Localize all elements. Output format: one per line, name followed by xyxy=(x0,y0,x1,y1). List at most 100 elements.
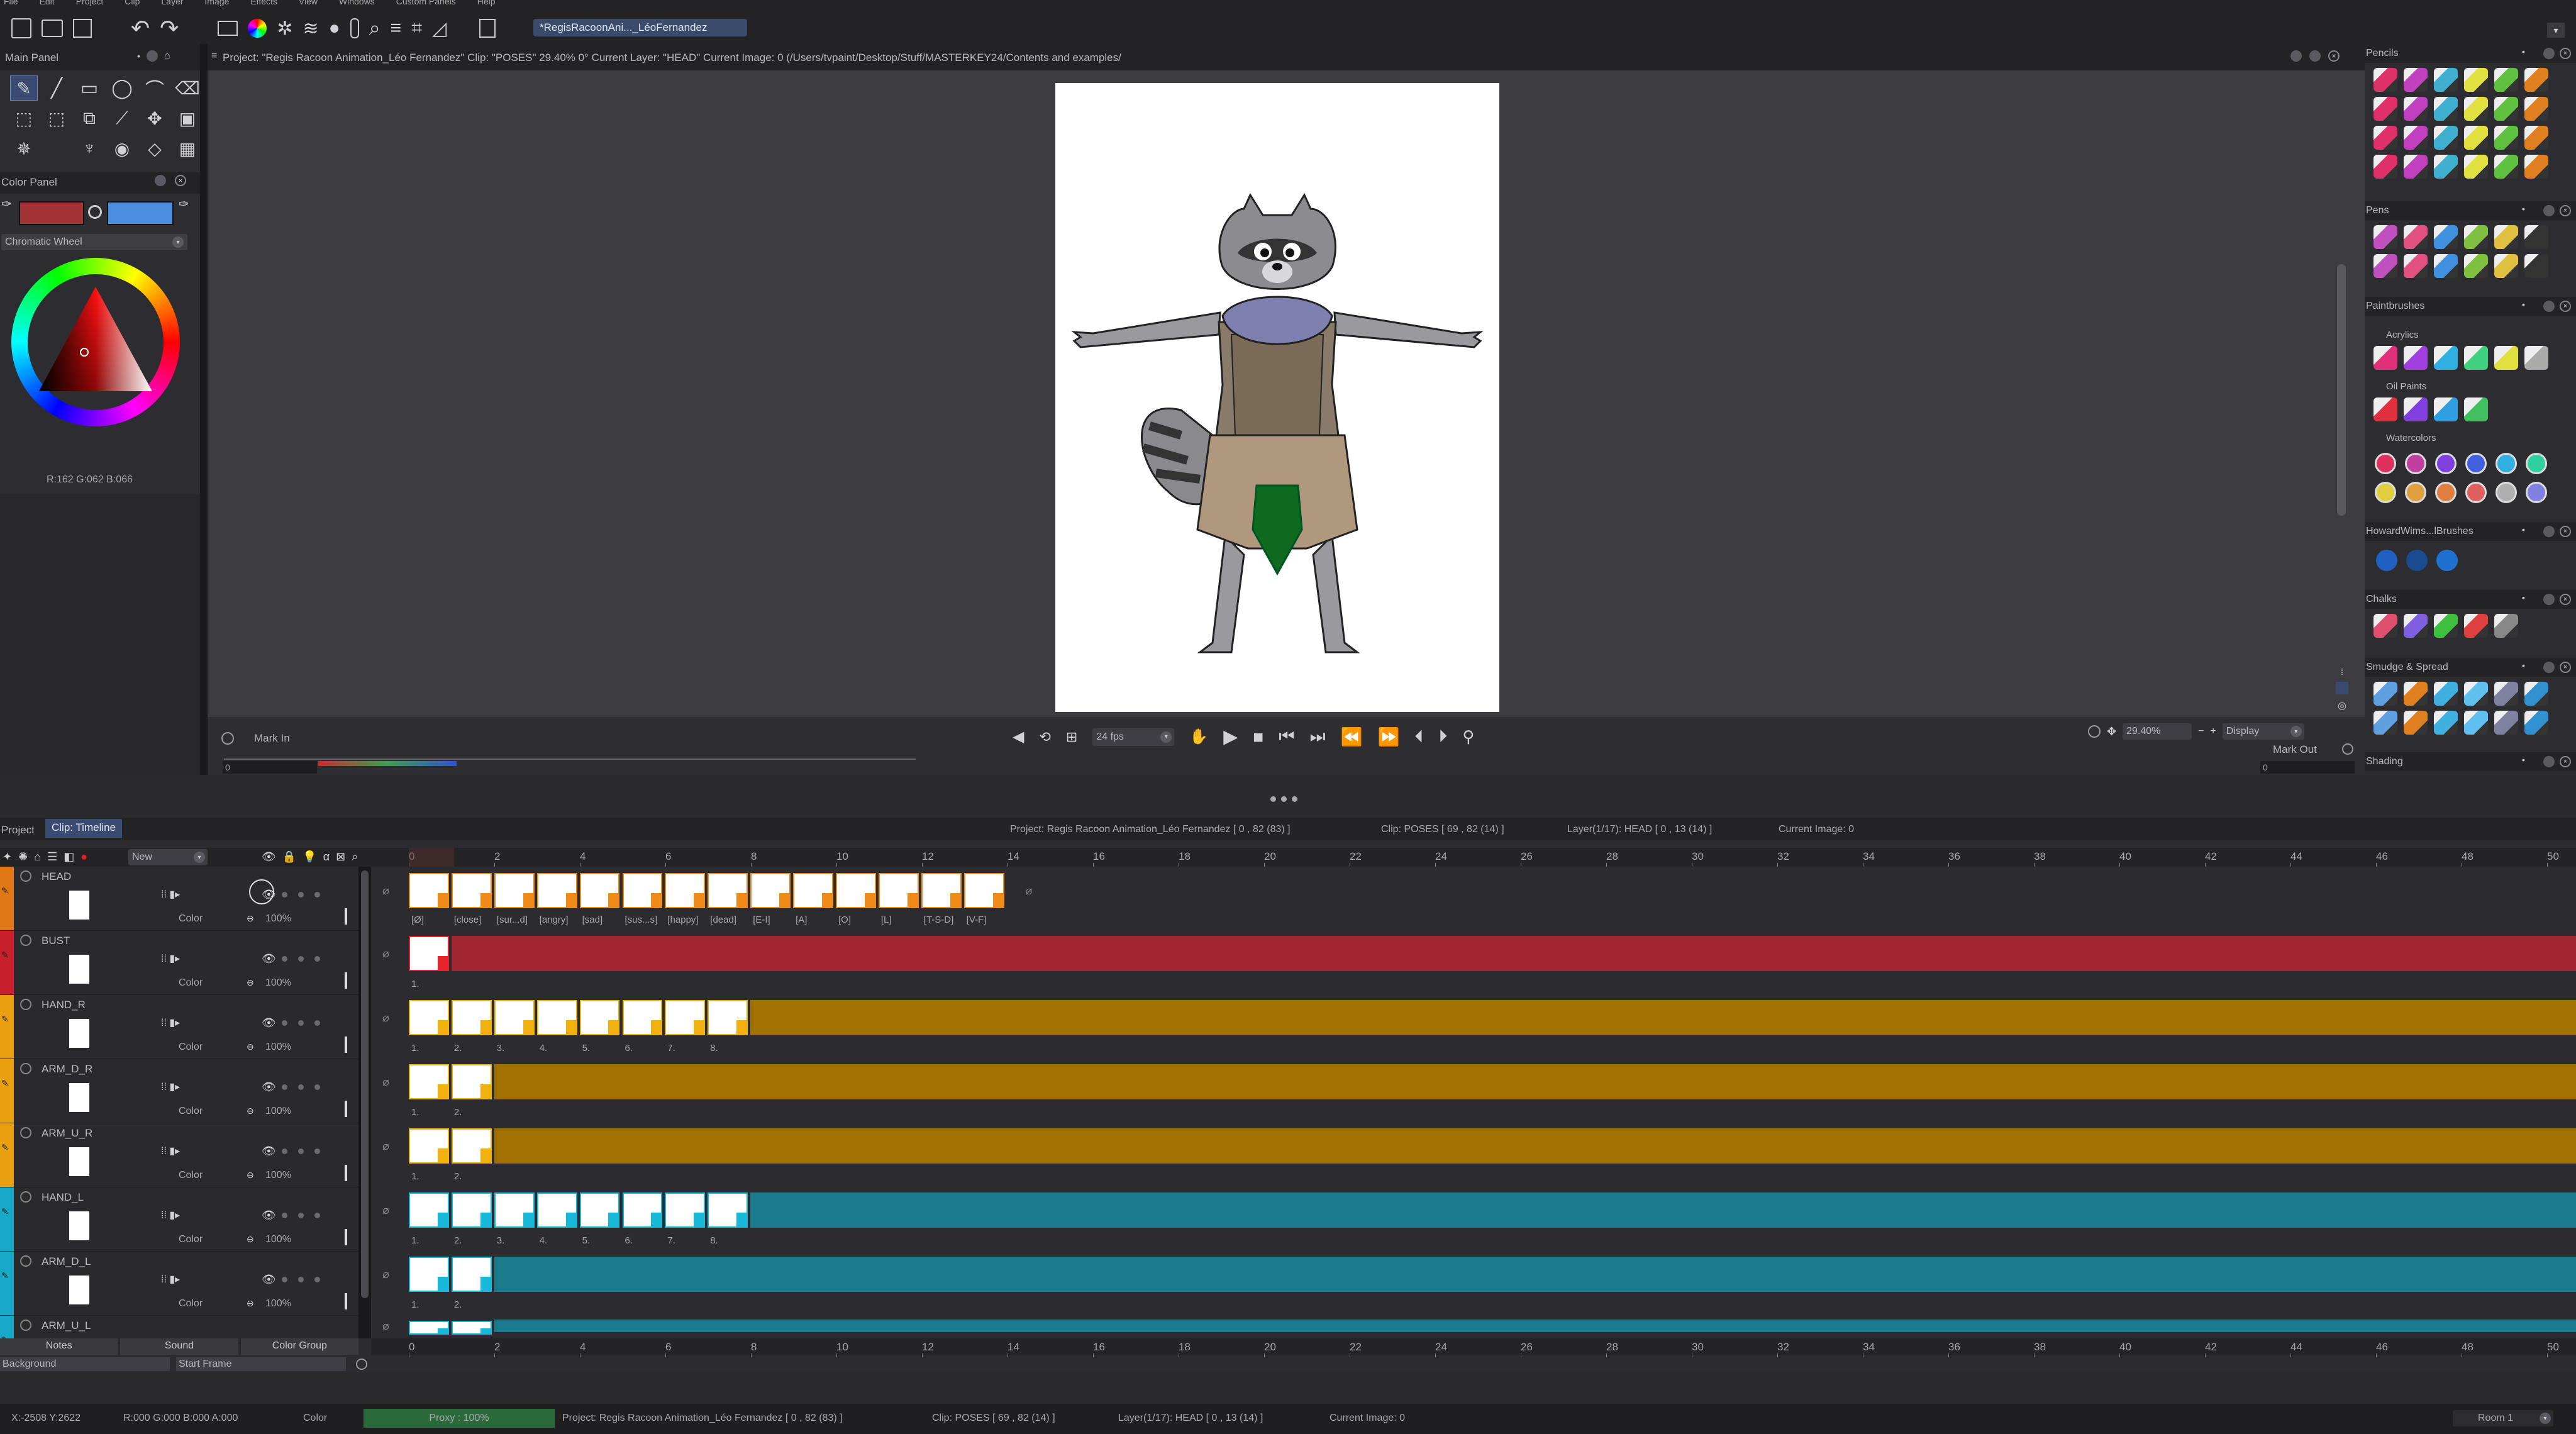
pens-brush-icon[interactable] xyxy=(2404,225,2428,249)
mark-in-input[interactable] xyxy=(223,761,317,774)
select-lasso-icon[interactable]: ⬚ xyxy=(43,106,70,131)
viewer-restore-icon[interactable] xyxy=(2309,50,2321,62)
background-select[interactable]: Background xyxy=(0,1357,170,1371)
layer-opacity[interactable]: 100% xyxy=(265,1106,291,1117)
line-tool-icon[interactable]: ╱ xyxy=(43,75,70,101)
section-close-icon[interactable]: × xyxy=(2560,526,2571,537)
instance-label[interactable]: [T-S-D] xyxy=(924,914,954,925)
track-hold-bar[interactable] xyxy=(451,936,2576,971)
layer-track[interactable]: ⌀ xyxy=(371,1318,2576,1335)
layer-color-tag[interactable] xyxy=(0,1059,14,1123)
zoom-minus-icon[interactable]: − xyxy=(2198,726,2204,737)
pencils-brush-icon[interactable] xyxy=(2434,97,2458,121)
layer-visibility-icon[interactable]: 👁 xyxy=(262,1016,276,1030)
timeline-frame[interactable] xyxy=(622,1192,663,1228)
watercolor-brush-icon[interactable] xyxy=(2526,453,2547,474)
instance-label[interactable]: [sur...d] xyxy=(497,914,528,925)
smudge-brush-icon[interactable] xyxy=(2464,711,2488,735)
timeline-frame[interactable] xyxy=(409,1257,449,1292)
oil-brush-icon[interactable] xyxy=(2434,397,2458,421)
oil-brush-icon[interactable] xyxy=(2404,397,2428,421)
timeline-frame[interactable] xyxy=(536,1192,577,1228)
pencils-brush-icon[interactable] xyxy=(2434,126,2458,150)
timeline-frame[interactable] xyxy=(451,1257,492,1292)
layer-row[interactable]: ✎ ARM_U_R ⁞⁞ ▮▸ Color 👁 ⊖ 100% xyxy=(0,1123,358,1187)
watercolor-brush-icon[interactable] xyxy=(2435,482,2457,503)
howard-brush-icon[interactable] xyxy=(2436,550,2458,571)
instance-label[interactable]: [V-F] xyxy=(967,914,987,925)
pencils-brush-icon[interactable] xyxy=(2524,155,2548,179)
layer-pencil-icon[interactable]: ✎ xyxy=(1,1270,9,1281)
layer-toggle-dot[interactable] xyxy=(298,1148,304,1154)
pencils-brush-icon[interactable] xyxy=(2524,126,2548,150)
fps-select[interactable]: 24 fps ▾ xyxy=(1092,728,1175,746)
layer-toggle-dot[interactable] xyxy=(282,1020,287,1026)
timeline-frame[interactable] xyxy=(963,873,1004,908)
timeline-frame[interactable] xyxy=(536,873,577,908)
smudge-brush-icon[interactable] xyxy=(2434,682,2458,706)
fit-icon[interactable]: ⊞ xyxy=(1066,729,1077,745)
layer-color-tag[interactable] xyxy=(0,1252,14,1315)
layer-color-tag[interactable] xyxy=(0,867,14,930)
timeline-frame[interactable] xyxy=(665,1000,706,1035)
layer-toggle-dot[interactable] xyxy=(282,956,287,962)
track-hold-bar[interactable] xyxy=(494,1064,2576,1099)
layer-expand-icon[interactable] xyxy=(20,1127,31,1138)
rotate-lock-icon[interactable]: ⁞ xyxy=(2336,667,2348,677)
tl-record-icon[interactable]: ● xyxy=(80,850,87,864)
watercolor-brush-icon[interactable] xyxy=(2405,482,2426,503)
layer-toggle-dot[interactable] xyxy=(298,892,304,898)
track-hold-bar[interactable] xyxy=(494,1320,2576,1332)
layer-opacity[interactable]: 100% xyxy=(265,1234,291,1245)
timeline-frame[interactable] xyxy=(921,873,962,908)
viewer-minimize-icon[interactable] xyxy=(2290,50,2302,62)
watercolor-brush-icon[interactable] xyxy=(2405,453,2426,474)
timeline-frame[interactable] xyxy=(494,1192,535,1228)
layer-toggle-dot[interactable] xyxy=(314,1084,320,1090)
eraser-tool-icon[interactable]: ⌫ xyxy=(174,75,201,101)
pencils-brush-icon[interactable] xyxy=(2373,97,2397,121)
layer-color-tag[interactable] xyxy=(0,1187,14,1251)
layer-track[interactable]: ⌀ 1. 2. xyxy=(371,1126,2576,1182)
layer-visibility-icon[interactable]: 👁 xyxy=(262,1273,276,1286)
pencils-brush-icon[interactable] xyxy=(2464,97,2488,121)
tl-eye-icon[interactable]: 👁 xyxy=(262,850,276,864)
grid-tool-icon[interactable]: ▦ xyxy=(174,136,201,161)
timeline-frame[interactable] xyxy=(451,873,492,908)
eyedropper-left-icon[interactable]: ✑ xyxy=(1,196,12,212)
timeline-frame[interactable] xyxy=(579,1192,620,1228)
pencils-brush-icon[interactable] xyxy=(2494,97,2518,121)
warp-icon[interactable]: ✵ xyxy=(10,136,38,161)
acrylic-brush-icon[interactable] xyxy=(2373,346,2397,370)
panel-menu-icon[interactable]: • xyxy=(137,50,140,62)
pencils-brush-icon[interactable] xyxy=(2464,68,2488,92)
layer-expand-icon[interactable] xyxy=(20,1255,31,1267)
layer-options-icon[interactable]: ⁞⁞ ▮▸ xyxy=(161,1081,180,1093)
layer-opacity[interactable]: 100% xyxy=(265,1042,291,1053)
smudge-brush-icon[interactable] xyxy=(2373,682,2397,706)
timeline-frame[interactable] xyxy=(409,1128,449,1164)
loop-icon[interactable]: ⟲ xyxy=(1039,729,1050,745)
menu-item[interactable]: Image xyxy=(204,0,229,6)
layer-options-icon[interactable]: ⁞⁞ ▮▸ xyxy=(161,1209,180,1221)
layer-pencil-icon[interactable]: ✎ xyxy=(1,950,9,960)
section-menu-icon[interactable]: • xyxy=(2522,204,2525,214)
timeline-frame[interactable] xyxy=(409,1000,449,1035)
layer-toggle-dot[interactable] xyxy=(298,956,304,962)
acrylic-brush-icon[interactable] xyxy=(2494,346,2518,370)
magic-wand-icon[interactable]: ⟋ xyxy=(108,106,136,131)
layer-options-icon[interactable]: ⁞⁞ ▮▸ xyxy=(161,952,180,965)
layer-toggle-dot[interactable] xyxy=(298,1084,304,1090)
timeline-frame[interactable] xyxy=(579,873,620,908)
pencils-brush-icon[interactable] xyxy=(2434,68,2458,92)
color-wheel-icon[interactable] xyxy=(248,19,267,38)
tab-notes[interactable]: Notes xyxy=(0,1338,118,1355)
layer-pencil-icon[interactable]: ✎ xyxy=(1,886,9,896)
track-nolink-icon[interactable]: ⌀ xyxy=(382,1268,389,1281)
layer-toggle-dot[interactable] xyxy=(298,1213,304,1218)
layer-toggle-dot[interactable] xyxy=(282,892,287,898)
layer-options-icon[interactable]: ⁞⁞ ▮▸ xyxy=(161,888,180,901)
start-frame-clock-icon[interactable] xyxy=(356,1359,367,1370)
smudge-brush-icon[interactable] xyxy=(2524,682,2548,706)
instance-label[interactable]: [close] xyxy=(454,914,481,925)
